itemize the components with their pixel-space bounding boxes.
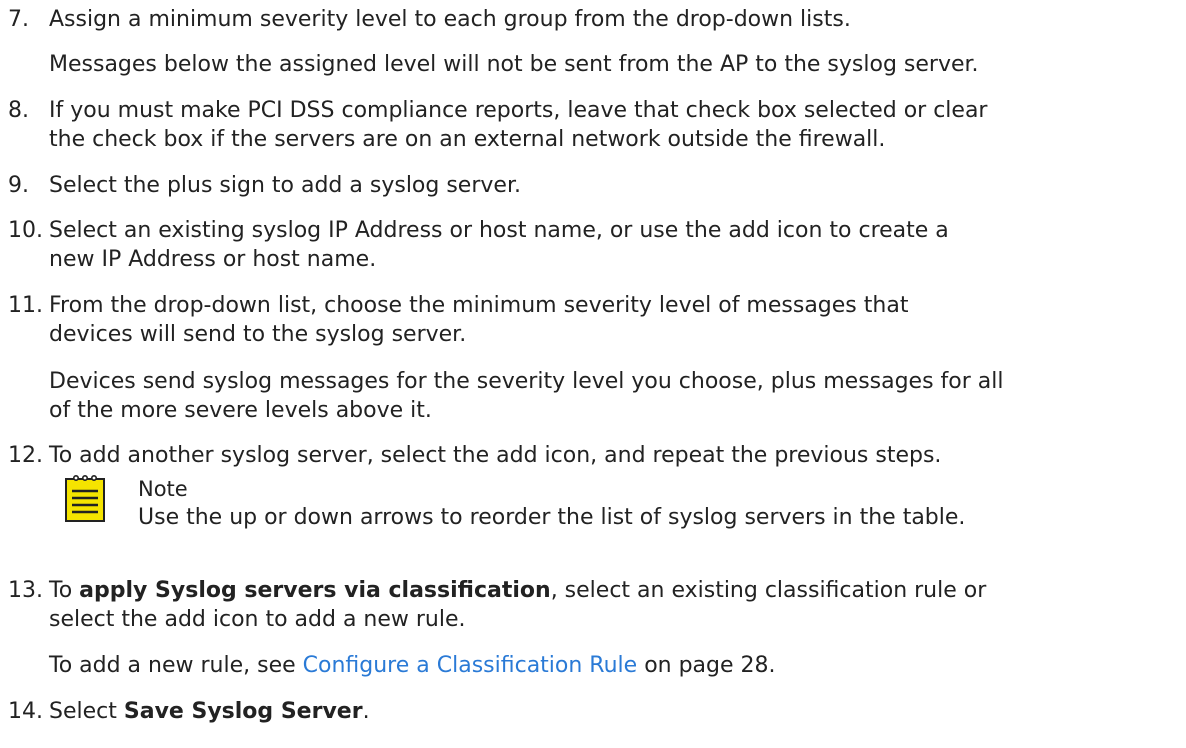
step-11-detail-line-1: Devices send syslog messages for the sev… (49, 369, 1004, 394)
step-9-number: 9. (8, 173, 29, 198)
step-14-bold: Save Syslog Server (123, 699, 363, 724)
step-11-text-line-2: devices will send to the syslog server. (49, 322, 467, 347)
step-14-text: Select Save Syslog Server. (49, 699, 370, 724)
step-8-text-line-2: the check box if the servers are on an e… (49, 127, 886, 152)
note-text: Use the up or down arrows to reorder the… (138, 505, 966, 530)
step-14-pre: Select (49, 699, 124, 724)
step-11-number: 11. (8, 293, 43, 318)
step-7-number: 7. (8, 7, 29, 32)
step-10-text-line-1: Select an existing syslog IP Address or … (49, 218, 949, 243)
step-13-number: 13. (8, 578, 43, 603)
step-13-post: , select an existing classification rule… (550, 578, 987, 603)
note-title: Note (138, 477, 188, 501)
step-8-number: 8. (8, 98, 29, 123)
step-14-number: 14. (8, 699, 43, 724)
step-13-detail-post: on page 28. (637, 653, 776, 678)
step-8-text-line-1: If you must make PCI DSS compliance repo… (49, 98, 988, 123)
step-9-text: Select the plus sign to add a syslog ser… (49, 173, 521, 198)
step-10-text-line-2: new IP Address or host name. (49, 247, 377, 272)
step-11-text-line-1: From the drop-down list, choose the mini… (49, 293, 909, 318)
step-11-detail-line-2: of the more severe levels above it. (49, 398, 432, 423)
step-13-detail: To add a new rule, see Configure a Class… (49, 653, 776, 678)
note-icon (65, 474, 105, 522)
step-12-number: 12. (8, 443, 43, 468)
step-7-detail: Messages below the assigned level will n… (49, 52, 979, 77)
step-13-bold: apply Syslog servers via classification (79, 578, 551, 603)
document-page: 7. Assign a minimum severity level to ea… (0, 0, 1186, 748)
step-12-text: To add another syslog server, select the… (49, 443, 942, 468)
step-13-detail-pre: To add a new rule, see (49, 653, 303, 678)
classification-rule-link[interactable]: Configure a Classification Rule (303, 653, 638, 678)
step-13-text-line-2: select the add icon to add a new rule. (49, 607, 466, 632)
step-7-text: Assign a minimum severity level to each … (49, 7, 851, 32)
step-14-post: . (362, 699, 370, 724)
step-13-pre: To (49, 578, 80, 603)
step-10-number: 10. (8, 218, 43, 243)
step-13-text-line-1: To apply Syslog servers via classificati… (49, 578, 986, 603)
